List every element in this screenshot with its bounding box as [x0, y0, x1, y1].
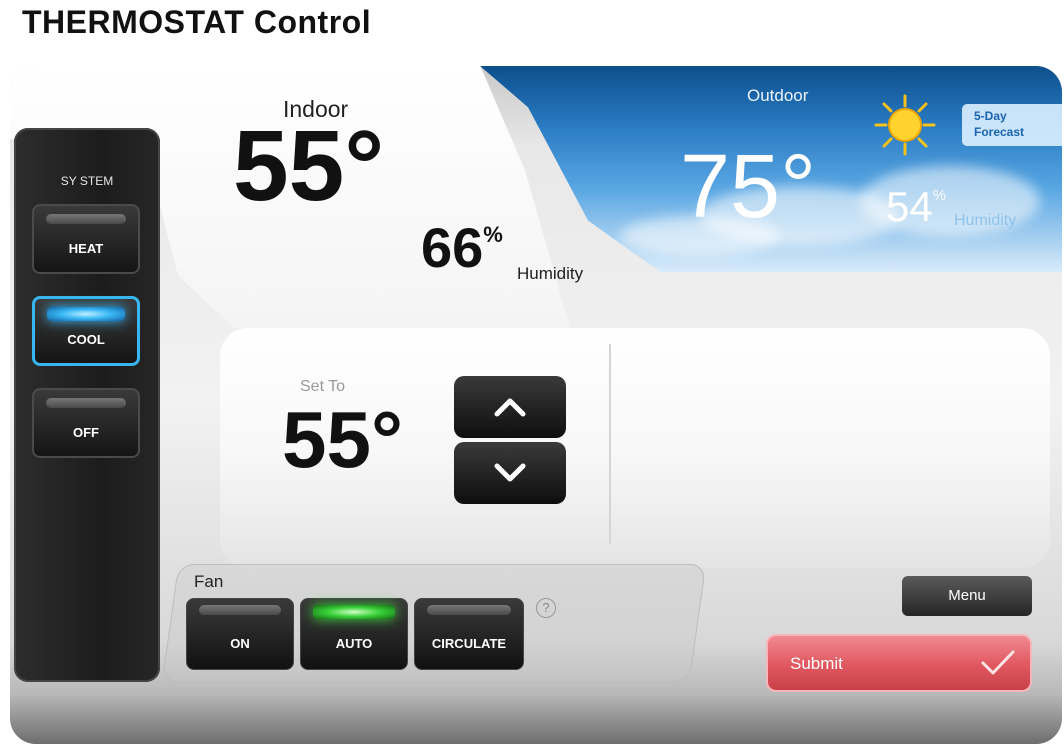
- indoor-humidity-label: Humidity: [517, 264, 584, 283]
- fan-on-indicator-lamp: [199, 605, 281, 615]
- fan-on-button[interactable]: ON: [186, 598, 294, 670]
- chevron-up-icon: [494, 398, 526, 417]
- forecast-label-line1: 5-Day: [974, 109, 1007, 123]
- outdoor-label: Outdoor: [747, 86, 809, 105]
- forecast-label-line2: Forecast: [974, 125, 1025, 139]
- setto-label: Set To: [300, 378, 346, 395]
- fan-on-label: ON: [230, 636, 250, 651]
- temp-down-button[interactable]: [454, 442, 566, 504]
- cool-indicator-lamp: [47, 307, 125, 321]
- cool-button-label: COOL: [67, 332, 105, 347]
- fan-circulate-label: CIRCULATE: [431, 636, 507, 651]
- page-title: THERMOSTAT Control: [22, 4, 372, 40]
- outdoor-humidity-value: 54: [886, 183, 933, 230]
- heat-indicator-lamp: [46, 214, 126, 224]
- fan-label: Fan: [194, 572, 224, 591]
- divider: [609, 344, 611, 544]
- menu-button[interactable]: Menu: [902, 576, 1032, 616]
- outdoor-humidity-unit: %: [932, 187, 947, 204]
- off-indicator-lamp: [46, 398, 126, 408]
- thermostat-panel: SY STEM HEAT COOL OFF Indoor 55° 66% Hum…: [10, 66, 1062, 744]
- sun-icon: [874, 94, 936, 156]
- indoor-humidity-value: 66: [421, 216, 484, 279]
- submit-label: Submit: [790, 654, 843, 673]
- checkmark-icon: [981, 650, 1015, 675]
- submit-button[interactable]: Submit: [766, 634, 1032, 692]
- indoor-temperature: 55°: [233, 110, 385, 222]
- fan-auto-button[interactable]: AUTO: [300, 598, 408, 670]
- outdoor-humidity-label: Humidity: [954, 212, 1017, 229]
- indoor-humidity-unit: %: [483, 222, 503, 247]
- off-button[interactable]: OFF: [32, 388, 140, 458]
- temp-up-button[interactable]: [454, 376, 566, 438]
- fan-auto-label: AUTO: [335, 636, 373, 651]
- cool-button[interactable]: COOL: [32, 296, 140, 366]
- outdoor-humidity: 54%: [886, 186, 946, 228]
- fan-circulate-button[interactable]: CIRCULATE: [414, 598, 524, 670]
- indoor-humidity: 66%: [421, 220, 503, 276]
- system-label: SY STEM: [60, 174, 114, 188]
- help-icon[interactable]: ?: [536, 598, 556, 618]
- heat-button[interactable]: HEAT: [32, 204, 140, 274]
- frame-bottom-bar: [10, 696, 1062, 744]
- outdoor-temperature: 75°: [680, 137, 817, 237]
- off-button-label: OFF: [73, 425, 99, 440]
- setpoint-temperature: 55°: [282, 395, 403, 484]
- fan-auto-indicator-lamp: [313, 605, 395, 619]
- heat-button-label: HEAT: [68, 241, 104, 256]
- system-sidebar: SY STEM HEAT COOL OFF: [14, 128, 160, 682]
- forecast-button[interactable]: 5-Day Forecast: [962, 104, 1062, 146]
- fan-circulate-indicator-lamp: [427, 605, 511, 615]
- chevron-down-icon: [494, 463, 526, 482]
